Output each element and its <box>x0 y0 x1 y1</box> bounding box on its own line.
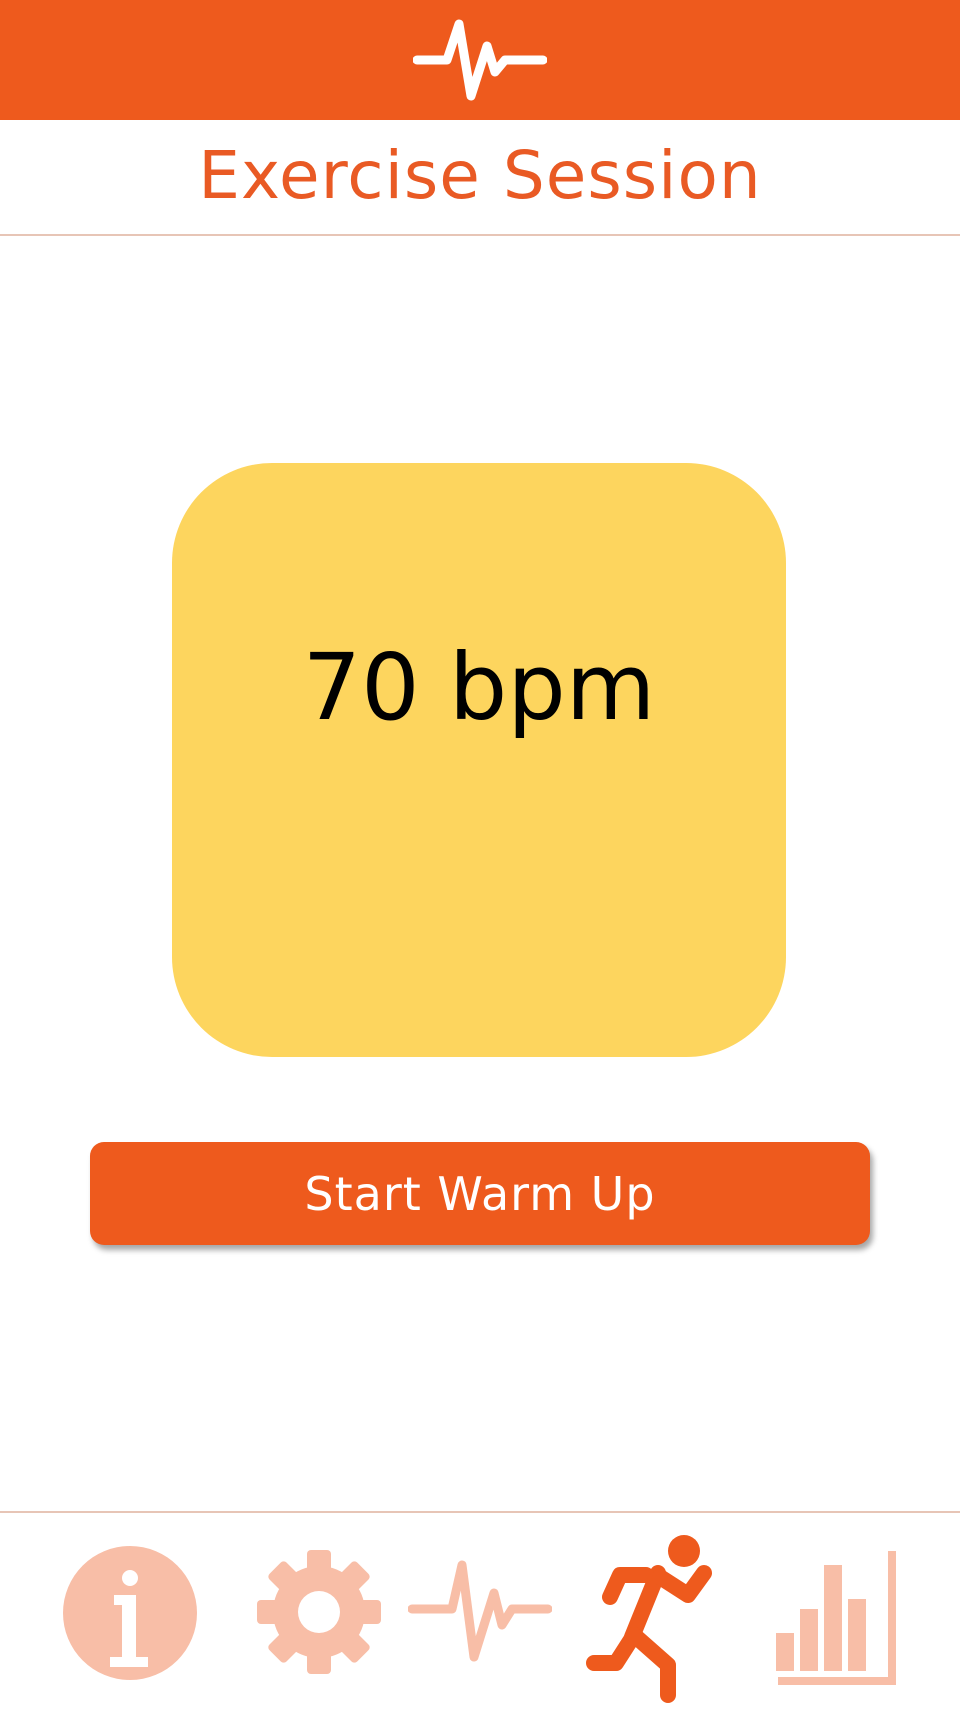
running-person-icon <box>586 1535 712 1703</box>
nav-item-stats[interactable] <box>774 1547 898 1687</box>
heartbeat-icon <box>408 1560 552 1662</box>
bottom-nav <box>0 1513 960 1709</box>
heart-rate-tile: 70 bpm <box>172 463 786 1057</box>
start-warm-up-button[interactable]: Start Warm Up <box>90 1142 870 1245</box>
heartbeat-icon <box>413 19 547 101</box>
nav-item-settings[interactable] <box>256 1549 382 1675</box>
gear-icon <box>257 1550 381 1674</box>
nav-item-info[interactable] <box>62 1545 198 1681</box>
top-bar <box>0 0 960 120</box>
nav-item-monitor[interactable] <box>408 1557 552 1669</box>
bar-chart-icon <box>776 1551 896 1685</box>
heart-rate-value: 70 bpm <box>302 634 656 741</box>
page-title: Exercise Session <box>198 137 762 214</box>
nav-item-exercise[interactable] <box>586 1533 726 1703</box>
info-icon <box>63 1546 197 1680</box>
start-warm-up-label: Start Warm Up <box>304 1166 656 1221</box>
header-divider <box>0 234 960 236</box>
